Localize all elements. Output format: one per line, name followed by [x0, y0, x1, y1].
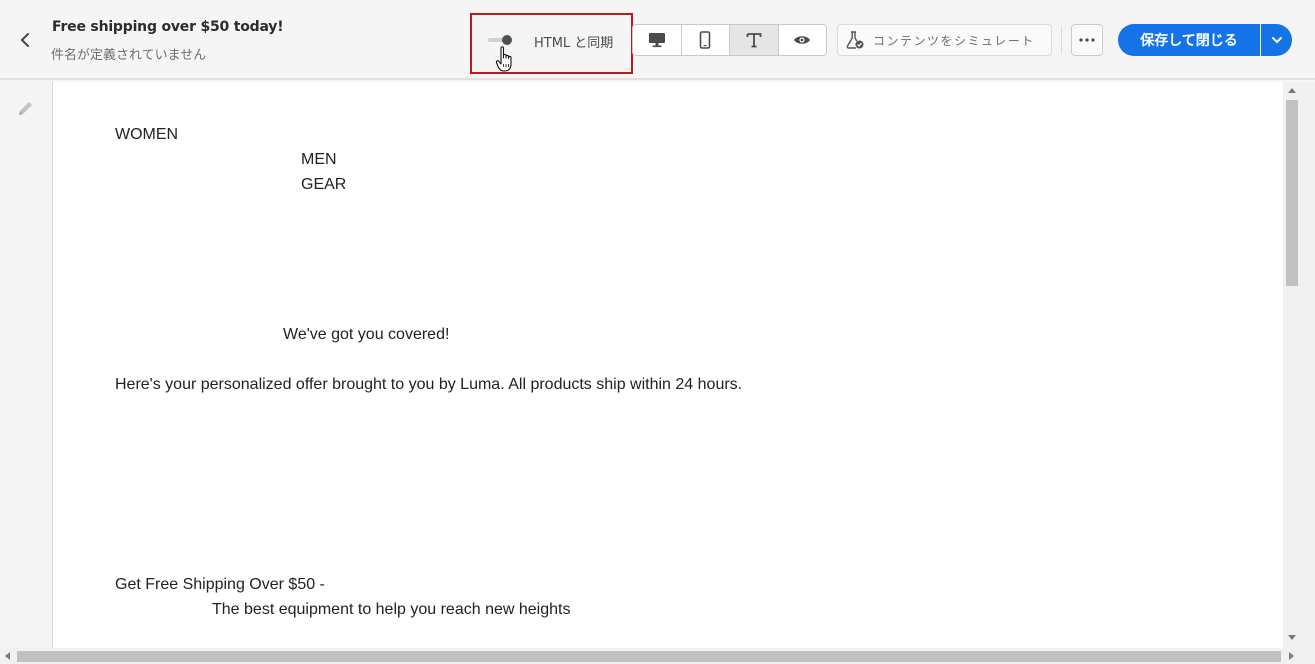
mobile-icon [699, 31, 711, 49]
mobile-view-button[interactable] [682, 25, 730, 55]
page-title: Free shipping over $50 today! [52, 19, 284, 35]
desktop-view-button[interactable] [633, 25, 682, 55]
view-mode-switcher [632, 24, 827, 56]
chevron-left-icon [21, 33, 29, 47]
scroll-up-arrow[interactable] [1288, 88, 1296, 93]
email-heading: We've got you covered! [283, 326, 450, 343]
nav-men: MEN [301, 151, 337, 168]
horizontal-scroll-thumb[interactable] [17, 651, 1281, 662]
preview-button[interactable] [779, 25, 827, 55]
nav-women: WOMEN [115, 126, 179, 143]
scroll-down-arrow[interactable] [1288, 635, 1296, 640]
toggle-knob [502, 35, 512, 45]
email-intro: Here's your personalized offer brought t… [115, 376, 743, 393]
save-options-dropdown[interactable] [1261, 24, 1292, 56]
toolbar-divider [1061, 26, 1062, 54]
text-view-button[interactable] [730, 25, 779, 55]
flask-icon [846, 31, 864, 49]
email-text-canvas: WOMEN MEN GEAR We've got you covered! He… [52, 82, 1283, 648]
sync-html-toggle[interactable] [488, 35, 516, 45]
pencil-icon[interactable] [16, 98, 36, 118]
nav-gear: GEAR [301, 176, 347, 193]
subject-status: 件名が定義されていません [51, 48, 207, 63]
save-and-close-button[interactable]: 保存して閉じる [1118, 24, 1260, 56]
eye-icon [794, 36, 811, 44]
more-icon [1079, 38, 1095, 42]
more-actions-button[interactable] [1071, 24, 1103, 56]
shipping-line: Get Free Shipping Over $50 - [115, 576, 325, 593]
left-tool-rail [0, 82, 52, 649]
scroll-right-arrow[interactable] [1289, 652, 1294, 660]
chevron-down-icon [1271, 37, 1282, 43]
text-icon [746, 33, 762, 48]
simulate-content-button[interactable]: コンテンツをシミュレート [837, 24, 1052, 56]
back-button[interactable] [14, 28, 36, 52]
sync-html-label[interactable]: HTML と同期 [534, 32, 613, 51]
hand-cursor-icon [495, 46, 512, 72]
vertical-scroll-thumb[interactable] [1286, 100, 1298, 286]
desktop-icon [648, 33, 665, 48]
simulate-content-label: コンテンツをシミュレート [873, 33, 1035, 48]
scroll-left-arrow[interactable] [5, 652, 10, 660]
tagline: The best equipment to help you reach new… [212, 601, 571, 618]
